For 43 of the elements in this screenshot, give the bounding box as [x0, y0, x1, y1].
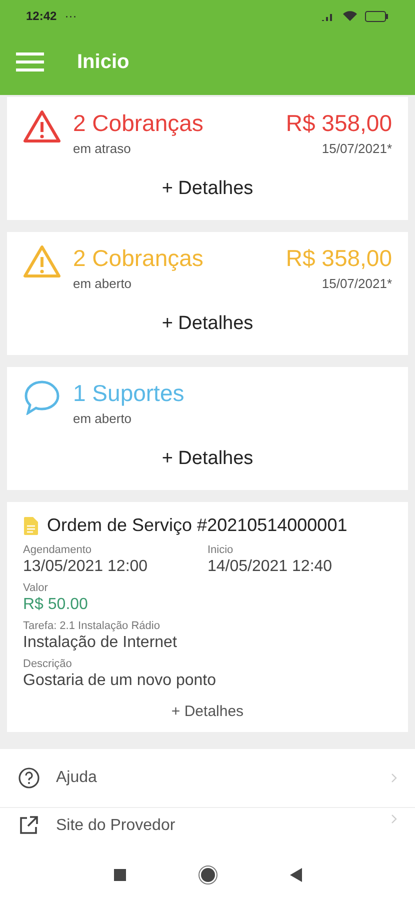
field-label: Descrição — [23, 657, 73, 671]
warning-icon — [23, 109, 61, 143]
summary-subtitle: em aberto — [73, 275, 133, 293]
status-more: ··· — [64, 8, 77, 25]
amount: R$ 358,00 — [286, 109, 392, 137]
field-label: Valor — [23, 581, 49, 595]
chat-bubble-icon — [23, 379, 61, 415]
summary-title: 2 Cobranças — [73, 109, 204, 137]
due-date: 15/07/2021* — [322, 275, 392, 293]
chevron-icon — [391, 814, 397, 824]
signal-icon — [321, 11, 335, 21]
recent-apps-icon[interactable] — [114, 869, 126, 881]
field-label: Tarefa: 2.1 Instalação Rádio — [23, 619, 161, 633]
schedule-date: 13/05/2021 12:00 — [23, 557, 149, 577]
field-label: Inicio — [208, 543, 234, 557]
summary-subtitle: em atraso — [73, 140, 132, 158]
start-date: 14/05/2021 12:40 — [208, 557, 334, 577]
chevron-icon — [391, 772, 397, 782]
task-name: Instalação de Internet — [23, 633, 178, 653]
document-icon — [23, 516, 39, 536]
field-label: Agendamento — [23, 543, 92, 557]
order-title: Ordem de Serviço #20210514000001 — [47, 514, 348, 537]
status-time: 12:42 — [26, 8, 57, 25]
warning-icon — [23, 244, 61, 278]
menu-item[interactable]: Ajuda — [0, 748, 415, 806]
help-icon — [18, 766, 40, 788]
due-date: 15/07/2021* — [322, 140, 392, 158]
battery-icon — [365, 10, 389, 22]
summary-title: 1 Suportes — [73, 379, 186, 407]
details-link[interactable]: + Detalhes — [162, 310, 254, 338]
back-icon[interactable] — [290, 868, 302, 882]
summary-title: 2 Cobranças — [73, 244, 204, 272]
screen-title: Inicio — [77, 50, 130, 75]
external-link-icon — [18, 814, 40, 836]
details-link[interactable]: + Detalhes — [162, 174, 254, 203]
home-icon[interactable] — [198, 865, 218, 885]
description-text: Gostaria de um novo ponto — [23, 671, 218, 691]
wifi-icon — [343, 11, 357, 21]
summary-subtitle: em aberto — [73, 410, 133, 428]
details-link[interactable]: + Detalhes — [171, 701, 244, 724]
amount: R$ 358,00 — [286, 244, 392, 272]
details-link[interactable]: + Detalhes — [162, 444, 254, 473]
order-value: R$ 50.00 — [23, 595, 89, 615]
